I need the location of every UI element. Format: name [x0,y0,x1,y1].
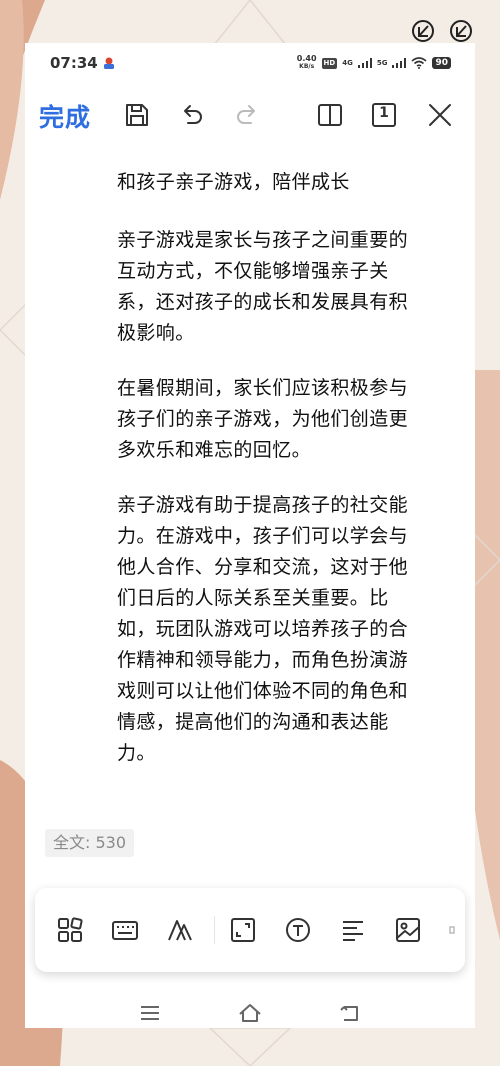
paragraph: 亲子游戏是家长与孩子之间重要的互动方式，不仅能够增强亲子关系，还对孩子的成长和发… [117,229,409,344]
status-bar: 07:34 0.40 KB/s HD 4G 5G 90 [25,43,475,85]
word-count: 全文: 530 [45,829,135,857]
signal-icon [357,58,372,68]
network-speed: 0.40 KB/s [296,54,317,71]
wifi-icon [411,57,427,69]
navigation-bar [25,993,475,1028]
status-time: 07:34 [50,54,98,72]
image-icon[interactable] [394,916,422,944]
redo-icon[interactable] [233,101,261,129]
editor-toolbar: 完成 1 [25,93,475,137]
home-icon[interactable] [238,1001,262,1025]
divider [214,916,215,944]
document-title: 和孩子亲子游戏，陪伴成长 [117,171,350,193]
sim1-network-label: 4G [342,59,353,67]
status-indicators: 0.40 KB/s HD 4G 5G 90 [297,53,451,73]
align-icon[interactable] [339,916,367,944]
more-tools-icon[interactable] [448,916,458,944]
document-content[interactable]: 和孩子亲子游戏，陪伴成长 亲子游戏是家长与孩子之间重要的互动方式，不仅能够增强亲… [117,167,417,793]
done-button[interactable]: 完成 [39,98,91,134]
sim2-network-label: 5G [376,59,388,67]
grid-icon[interactable] [56,916,84,944]
undo-icon[interactable] [178,101,206,129]
hd-badge: HD [321,57,338,69]
signal-icon [392,58,407,68]
phone-screen: 07:34 0.40 KB/s HD 4G 5G 90 完成 1 和孩子亲子游戏… [25,43,475,1028]
text-style-icon[interactable] [166,916,194,944]
back-icon[interactable] [338,1001,362,1025]
split-view-icon[interactable] [316,101,344,129]
save-icon[interactable] [123,101,151,129]
battery-icon: 90 [432,57,451,69]
keyboard-icon[interactable] [111,916,139,944]
format-toolbar [35,888,465,972]
paragraph: 在暑假期间，家长们应该积极参与孩子们的亲子游戏，为他们创造更多欢乐和难忘的回忆。 [117,377,409,461]
menu-icon[interactable] [138,1001,162,1025]
close-icon[interactable] [426,101,454,129]
expand-icon[interactable] [229,916,257,944]
text-box-icon[interactable] [284,916,312,944]
paragraph: 亲子游戏有助于提高孩子的社交能力。在游戏中，孩子们可以学会与他人合作、分享和交流… [117,494,409,764]
app-notification-icon [104,57,114,69]
page-icon[interactable]: 1 [370,101,398,129]
